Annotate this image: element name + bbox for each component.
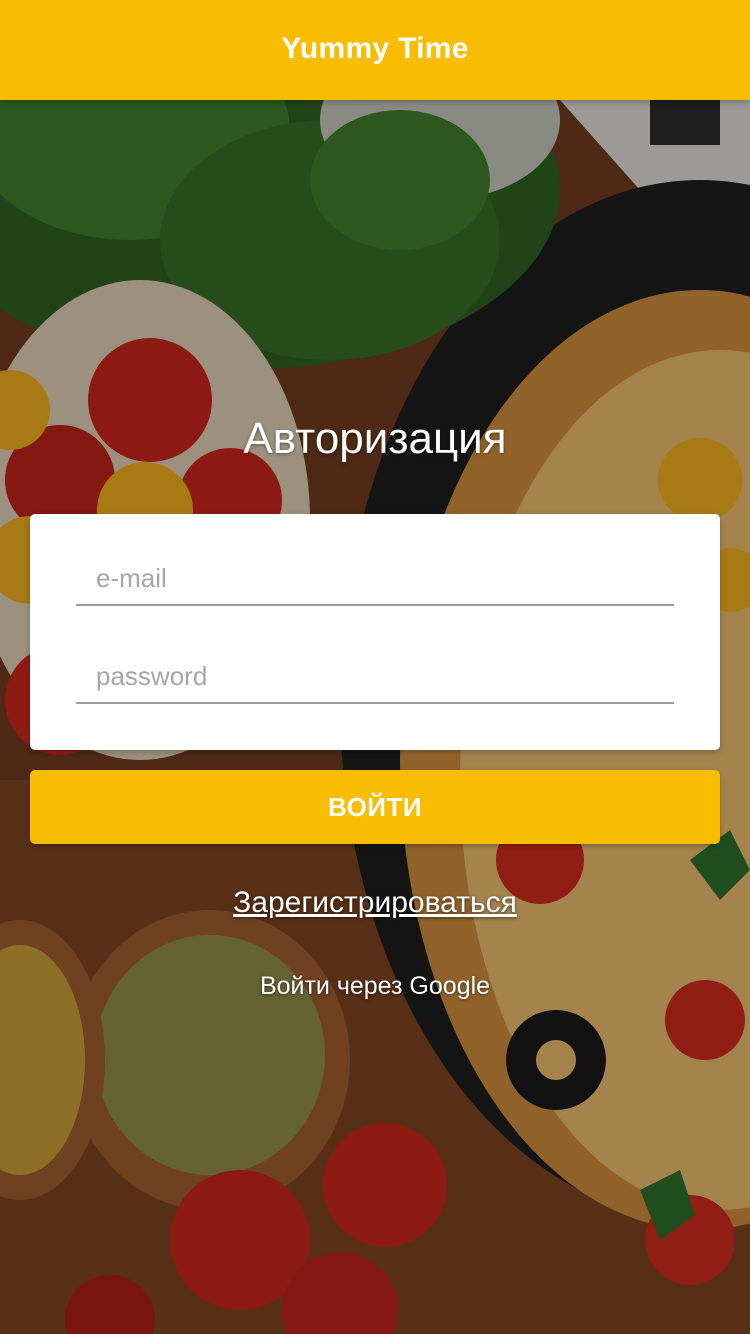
email-field (76, 546, 674, 606)
page-title: Авторизация (243, 414, 507, 463)
login-button[interactable]: ВОЙТИ (30, 770, 720, 844)
login-form-card (30, 514, 720, 750)
email-input[interactable] (76, 546, 674, 604)
app-title: Yummy Time (281, 32, 469, 65)
register-link[interactable]: Зарегистрироваться (0, 886, 750, 920)
app-header: Yummy Time (0, 0, 750, 100)
google-signin-link[interactable]: Войти через Google (0, 972, 750, 1001)
password-field (76, 644, 674, 704)
password-input[interactable] (76, 644, 674, 702)
